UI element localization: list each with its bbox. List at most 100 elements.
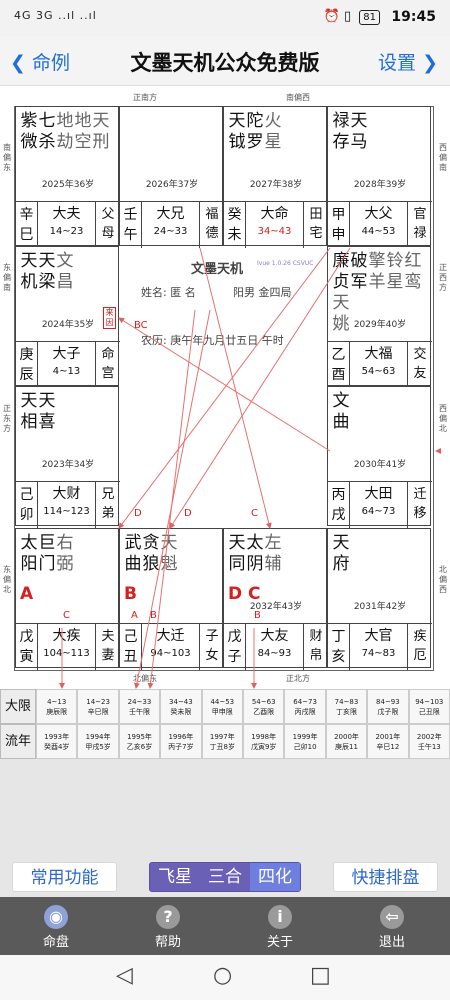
daxian-cell[interactable]: 64~73 丙戌限	[284, 689, 326, 724]
tab-help[interactable]: ? 帮助	[112, 897, 224, 955]
recents-square-icon[interactable]: □	[310, 963, 331, 988]
star-name: 天马	[350, 111, 368, 153]
star-char: 魁	[160, 554, 178, 574]
back-label: 命例	[31, 52, 70, 74]
common-functions-button[interactable]: 常用功能	[12, 862, 117, 892]
star-char: 昌	[56, 272, 74, 292]
star-char: 劫	[56, 132, 74, 152]
liunian-cell[interactable]: 1993年 癸酉4岁	[36, 724, 78, 759]
star-name: 文曲	[332, 391, 350, 433]
daxian-cell[interactable]: 4~13 庚辰限	[36, 689, 78, 724]
liunian-cell[interactable]: 1994年 甲戌5岁	[77, 724, 119, 759]
palace-daxian: 大兄 24~33	[142, 202, 200, 248]
sihua-mark-dc: D C	[228, 584, 261, 604]
palace-role: 命宫	[101, 347, 115, 381]
star-char: 天	[332, 293, 350, 313]
view-mode-segmented-control: 飞星 三合 四化	[149, 862, 301, 892]
palace-stars: 太阳巨 门右弼	[20, 533, 74, 575]
liunian-cell[interactable]: 1997年 丁丑8岁	[201, 724, 243, 759]
star-char: 微	[20, 132, 38, 152]
liunian-cell[interactable]: 1995年 乙亥6岁	[118, 724, 161, 759]
palace-footer: 丁亥大官 74~83 疾厄	[328, 623, 432, 670]
palace-role: 财帛	[309, 629, 323, 663]
star-char: 梁	[38, 272, 56, 292]
home-circle-icon[interactable]: ○	[213, 963, 232, 988]
star-name: 天相	[20, 391, 38, 433]
tab-mingpan[interactable]: ◉ 命盘	[0, 897, 112, 955]
star-char: 红	[404, 251, 422, 271]
palace-role: 疾厄	[413, 629, 427, 663]
daxian-cell[interactable]: 14~23 辛巳限	[77, 689, 119, 724]
daxian-cell[interactable]: 84~93 戊子限	[367, 689, 409, 724]
star-char: 贞	[332, 272, 350, 292]
palace-daxian: 大子 4~13	[38, 342, 96, 388]
daxian-cell[interactable]: 54~63 乙酉限	[243, 689, 285, 724]
settings-button[interactable]: 设置 ❯	[378, 48, 438, 75]
arrow-label-d1: D	[134, 508, 142, 519]
palace-daxian: 大友 84~93	[246, 624, 304, 670]
back-triangle-icon[interactable]: ◁	[116, 963, 133, 988]
direction-left-4: 东偏北	[3, 565, 11, 594]
palace-ganzhi: 己丑	[120, 624, 142, 670]
star-char: 星	[264, 132, 282, 152]
liunian-cell[interactable]: 2001年 辛巳12	[367, 724, 409, 759]
direction-right-1: 西偏南	[439, 143, 447, 172]
exit-icon: ⇦	[380, 905, 404, 929]
daxian-cell[interactable]: 44~53 甲申限	[201, 689, 243, 724]
palace-footer: 辛巳大夫 14~23 父母	[16, 201, 120, 248]
direction-bottom-left: 北偏东	[133, 674, 157, 683]
liunian-cell[interactable]: 2000年 庚辰11	[325, 724, 368, 759]
laiyin-badge: 来因	[103, 307, 116, 329]
palace-cell[interactable]: 天钺陀 罗火星 2027年38岁癸未大命 34~43 田宅	[223, 106, 328, 248]
back-button[interactable]: ❮ 命例	[10, 48, 70, 75]
star-char: 天	[228, 533, 246, 553]
palace-cell[interactable]: 廉贞破 军擎 羊铃 星红 鸾天姚 2029年40岁乙酉大福 54~63 交友	[327, 246, 432, 388]
star-name: 天魁	[160, 533, 178, 575]
star-char: 天	[228, 111, 246, 131]
help-icon: ?	[156, 905, 180, 929]
daxian-cell[interactable]: 34~43 癸未限	[160, 689, 202, 724]
liunian-cell[interactable]: 1996年 丙子7岁	[160, 724, 202, 759]
star-name: 天同	[228, 533, 246, 575]
palace-footer: 壬午大兄 24~33 福德	[120, 201, 224, 248]
star-name: 禄存	[332, 111, 350, 153]
palace-cell[interactable]: 紫微七 杀地 劫地 空天刑 2025年36岁辛巳大夫 14~23 父母	[15, 106, 120, 248]
palace-stars: 文曲	[332, 391, 350, 433]
segment-sihua[interactable]: 四化	[250, 863, 300, 891]
star-name: 巨门	[38, 533, 56, 575]
liunian-cell[interactable]: 1999年 己卯10	[284, 724, 326, 759]
palace-ganzhi: 辛巳	[16, 202, 38, 248]
liunian-cell[interactable]: 2002年 壬午13	[408, 724, 450, 759]
direction-left-3: 正东方	[3, 404, 11, 433]
palace-stars: 紫微七 杀地 劫地 空天刑	[20, 111, 110, 153]
liunian-cell[interactable]: 1998年 戊寅9岁	[243, 724, 285, 759]
chevron-left-icon: ❮	[10, 52, 26, 74]
palace-cell[interactable]: 禄存天马 2028年39岁甲申大父 44~53 官禄	[327, 106, 432, 248]
tab-about[interactable]: i 关于	[224, 897, 336, 955]
palace-role: 迁移	[413, 487, 427, 521]
tab-exit[interactable]: ⇦ 退出	[336, 897, 448, 955]
segment-sanhe[interactable]: 三合	[200, 863, 250, 891]
star-name: 天钺	[228, 111, 246, 153]
palace-cell[interactable]: 天府 2031年42岁丁亥大官 74~83 疾厄	[327, 528, 432, 670]
palace-cell[interactable]: 文曲 2030年41岁丙戌大田 64~73 迁移	[327, 386, 432, 528]
star-char: 天	[160, 533, 178, 553]
star-char: 太	[246, 533, 264, 553]
daxian-cell[interactable]: 94~103 己丑限	[408, 689, 450, 724]
star-char: 曲	[124, 554, 142, 574]
star-char: 空	[74, 132, 92, 152]
palace-cell[interactable]: 2026年37岁壬午大兄 24~33 福德	[119, 106, 224, 248]
quick-chart-button[interactable]: 快捷排盘	[333, 862, 438, 892]
system-navigation-bar: ◁ ○ □	[0, 955, 450, 1000]
palace-footer: 甲申大父 44~53 官禄	[328, 201, 432, 248]
star-char: 机	[20, 272, 38, 292]
segment-feixing[interactable]: 飞星	[150, 863, 200, 891]
palace-daxian: 大迁 94~103	[142, 624, 200, 670]
daxian-cell[interactable]: 24~33 壬午限	[118, 689, 161, 724]
palace-role: 福德	[205, 207, 219, 241]
palace-ganzhi: 丙戌	[328, 482, 350, 528]
daxian-cell[interactable]: 74~83 丁亥限	[325, 689, 368, 724]
star-char: 天	[350, 111, 368, 131]
palace-cell[interactable]: 天相天喜 2023年34岁己卯大财 114~123 兄弟	[15, 386, 120, 528]
star-name: 文昌	[56, 251, 74, 293]
